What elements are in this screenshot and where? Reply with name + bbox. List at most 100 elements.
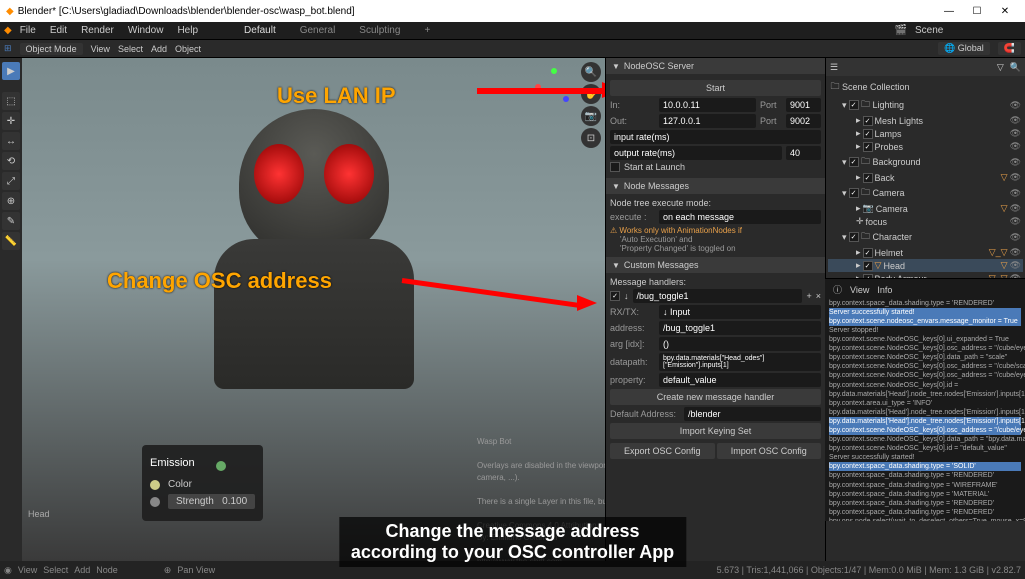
create-handler-button[interactable]: Create new message handler (610, 389, 821, 405)
arg-field[interactable]: () (659, 337, 821, 351)
default-address[interactable]: /blender (684, 407, 821, 421)
scale-tool[interactable]: ⤢ (2, 172, 20, 190)
console-line[interactable]: bpy.context.scene.NodeOSC_keys[0].osc_ad… (829, 426, 1021, 435)
maximize-button[interactable]: ☐ (963, 2, 991, 20)
editor-type-icon[interactable]: ⊞ (4, 43, 12, 54)
import-keying-button[interactable]: Import Keying Set (610, 423, 821, 439)
node-view[interactable]: View (18, 565, 37, 575)
persp-icon[interactable]: ⊡ (581, 128, 601, 148)
out-ip-field[interactable]: 127.0.0.1 (659, 114, 756, 128)
close-button[interactable]: ✕ (991, 2, 1019, 20)
menu-help[interactable]: Help (171, 23, 204, 38)
rotate-tool[interactable]: ⟲ (2, 152, 20, 170)
address-field[interactable]: /bug_toggle1 (659, 321, 821, 335)
workspace-sculpting[interactable]: Sculpting (351, 23, 408, 38)
console-line[interactable]: bpy.context.scene.NodeOSC_keys[0].ui_exp… (829, 335, 1021, 344)
zoom-icon[interactable]: 🔍 (581, 62, 601, 82)
console-line[interactable]: bpy.context.scene.NodeOSC_keys[0].osc_ad… (829, 344, 1021, 353)
console-line[interactable]: bpy.context.space_data.shading.type = 'R… (829, 471, 1021, 480)
tree-probes[interactable]: ▸Probes👁 (828, 140, 1023, 153)
node-add[interactable]: Add (74, 565, 90, 575)
mode-selector[interactable]: Object Mode (20, 43, 83, 55)
datapath-field[interactable]: bpy.data.materials["Head_odes"]["Emissio… (659, 353, 821, 371)
tree-camera[interactable]: ▸📷Camera▽👁 (828, 202, 1023, 215)
console-line[interactable]: bpy.context.scene.NodeOSC_keys[0].osc_ad… (829, 362, 1021, 371)
filter-icon[interactable]: ▽ (997, 62, 1004, 73)
console-line[interactable]: bpy.context.scene.NodeOSC_keys[0].id = (829, 381, 1021, 390)
camera-icon[interactable]: 📷 (581, 106, 601, 126)
nodeosc-server-header[interactable]: ▼NodeOSC Server (606, 58, 825, 74)
console-line[interactable]: bpy.context.scene.nodeosc_envars.message… (829, 317, 1021, 326)
workspace-add[interactable]: + (416, 23, 438, 38)
tree-meshlights[interactable]: ▸Mesh Lights👁 (828, 114, 1023, 127)
console-line[interactable]: bpy.context.space_data.shading.type = 'R… (829, 299, 1021, 308)
menu-render[interactable]: Render (75, 23, 120, 38)
node-menu[interactable]: Node (96, 565, 118, 575)
console-line[interactable]: bpy.context.space_data.shading.type = 'S… (829, 462, 1021, 471)
tree-head[interactable]: ▸▽Head▽👁 (828, 259, 1023, 272)
header-view[interactable]: View (91, 44, 110, 54)
header-add[interactable]: Add (151, 44, 167, 54)
handler-enable[interactable] (610, 291, 620, 301)
console-line[interactable]: bpy.context.space_data.shading.type = 'R… (829, 508, 1021, 517)
console-line[interactable]: bpy.data.materials['Head'].node_tree.nod… (829, 390, 1021, 399)
strength-socket[interactable] (150, 497, 160, 507)
add-handler-icon[interactable]: + (806, 291, 811, 301)
console-line[interactable]: bpy.context.space_data.shading.type = 'M… (829, 490, 1021, 499)
workspace-general[interactable]: General (292, 23, 344, 38)
console-line[interactable]: Server successfully started! (829, 453, 1021, 462)
color-socket[interactable] (150, 480, 160, 490)
select-tool[interactable]: ⬚ (2, 92, 20, 110)
node-select[interactable]: Select (43, 565, 68, 575)
header-object[interactable]: Object (175, 44, 201, 54)
tree-scene-collection[interactable]: 🗀Scene Collection (828, 78, 1023, 96)
console-line[interactable]: bpy.context.scene.NodeOSC_keys[0].id = "… (829, 444, 1021, 453)
emission-output-socket[interactable] (216, 461, 226, 471)
tree-camera-collection[interactable]: ▾🗀Camera👁 (828, 184, 1023, 202)
out-port-field[interactable]: 9002 (786, 114, 821, 128)
output-rate[interactable]: output rate(ms) (610, 146, 782, 160)
rxtx-field[interactable]: ↓ Input (659, 305, 821, 319)
info-console[interactable]: ⓘViewInfo bpy.context.space_data.shading… (825, 278, 1025, 521)
osc-address[interactable]: /bug_toggle1 (633, 289, 803, 303)
tree-character[interactable]: ▾🗀Character👁 (828, 228, 1023, 246)
console-line[interactable]: bpy.context.scene.NodeOSC_keys[0].data_p… (829, 435, 1021, 444)
menu-window[interactable]: Window (122, 23, 170, 38)
input-rate[interactable]: input rate(ms) (610, 130, 821, 144)
strength-field[interactable]: Strength 0.100 (168, 494, 255, 509)
header-select[interactable]: Select (118, 44, 143, 54)
transform-tool[interactable]: ⊕ (2, 192, 20, 210)
console-line[interactable]: bpy.data.materials['Head'].node_tree.nod… (829, 408, 1021, 417)
console-line[interactable]: bpy.context.space_data.shading.type = 'R… (829, 499, 1021, 508)
node-messages-header[interactable]: ▼Node Messages (606, 178, 825, 194)
tree-helmet[interactable]: ▸Helmet▽_▽👁 (828, 246, 1023, 259)
tree-lighting[interactable]: ▾🗀Lighting👁 (828, 96, 1023, 114)
console-line[interactable]: Server successfully started! (829, 308, 1021, 317)
import-config-button[interactable]: Import OSC Config (717, 443, 822, 459)
play-button[interactable]: ▶ (2, 62, 20, 80)
menu-edit[interactable]: Edit (44, 23, 73, 38)
annotate-tool[interactable]: ✎ (2, 212, 20, 230)
tree-lamps[interactable]: ▸Lamps👁 (828, 127, 1023, 140)
custom-messages-header[interactable]: ▼Custom Messages (606, 257, 825, 273)
tree-back[interactable]: ▸Back▽👁 (828, 171, 1023, 184)
workspace-default[interactable]: Default (236, 23, 284, 38)
cursor-tool[interactable]: ✛ (2, 112, 20, 130)
in-ip-field[interactable]: 10.0.0.11 (659, 98, 756, 112)
execute-mode[interactable]: on each message (659, 210, 821, 224)
orientation-selector[interactable]: 🌐 Global (938, 42, 990, 55)
shader-node[interactable]: Emission Color Strength 0.100 (142, 445, 263, 521)
console-line[interactable]: bpy.ops.node.select(wait_to_deselect_oth… (829, 517, 1021, 521)
nav-gizmo[interactable] (533, 66, 573, 106)
minimize-button[interactable]: — (935, 2, 963, 20)
console-line[interactable]: bpy.context.scene.NodeOSC_keys[0].data_p… (829, 353, 1021, 362)
property-field[interactable]: default_value (659, 373, 821, 387)
console-line[interactable]: bpy.context.area.ui_type = 'INFO' (829, 399, 1021, 408)
shader-editor-icon[interactable]: ◉ (4, 565, 12, 576)
tree-focus[interactable]: ✛focus👁 (828, 215, 1023, 228)
pan-icon[interactable]: ✋ (581, 84, 601, 104)
console-line[interactable]: Server stopped! (829, 326, 1021, 335)
export-config-button[interactable]: Export OSC Config (610, 443, 715, 459)
start-button[interactable]: Start (610, 80, 821, 96)
console-line[interactable]: bpy.data.materials['Head'].node_tree.nod… (829, 417, 1021, 426)
